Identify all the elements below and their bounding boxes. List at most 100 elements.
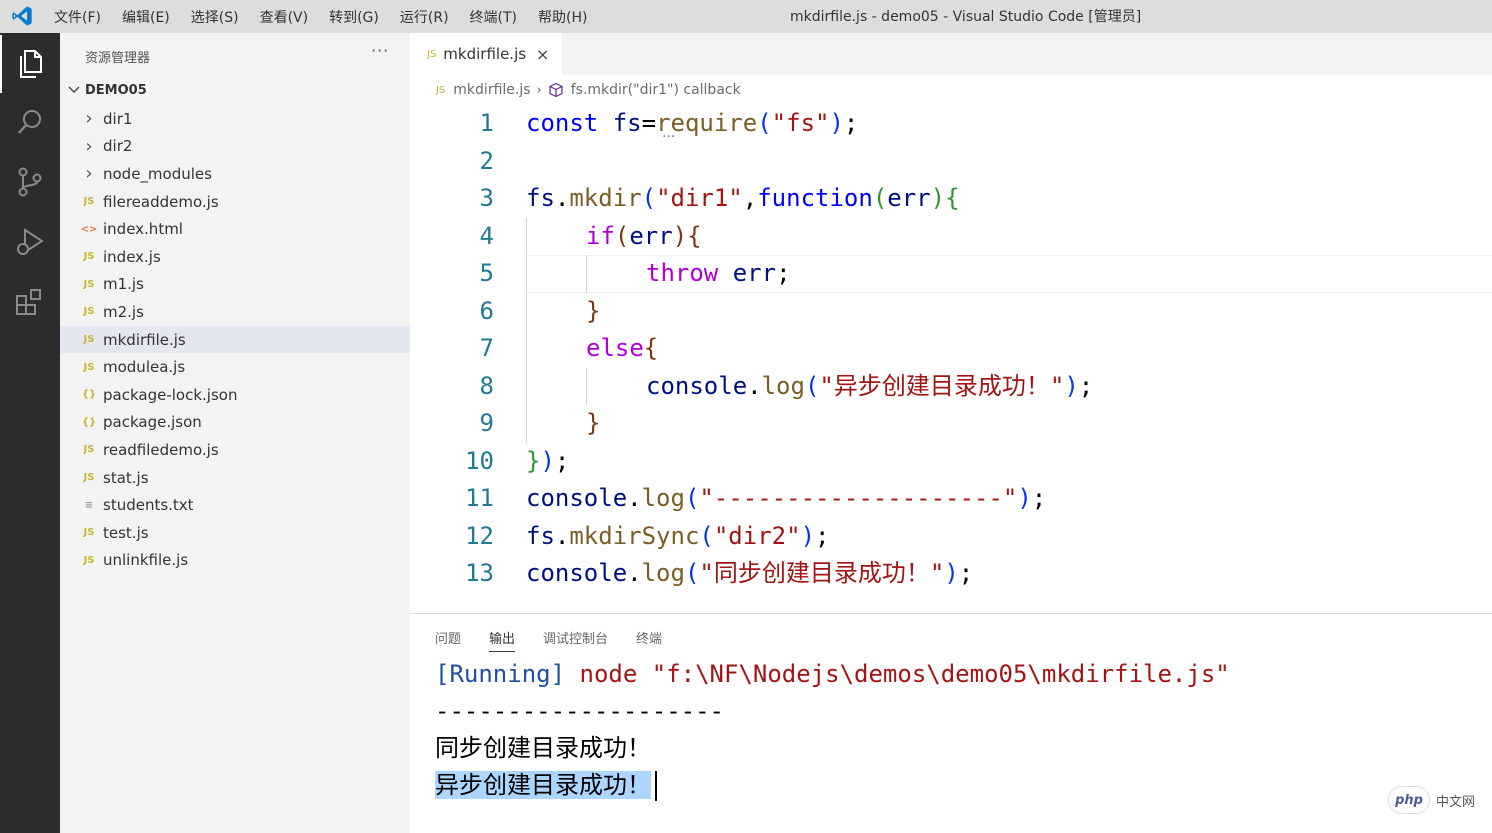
more-actions-icon[interactable]: ··· bbox=[371, 41, 389, 60]
tree-item-label: package.json bbox=[103, 413, 202, 432]
tree-item-label: unlinkfile.js bbox=[103, 551, 189, 570]
menu-item[interactable]: 文件(F) bbox=[54, 7, 101, 27]
breadcrumb-file[interactable]: mkdirfile.js bbox=[453, 82, 530, 98]
line-number: 10 bbox=[465, 446, 494, 475]
output-line: 异步创建目录成功！ bbox=[435, 767, 1230, 804]
search-icon[interactable] bbox=[0, 93, 60, 151]
tab-mkdirfile[interactable]: JS mkdirfile.js × bbox=[410, 33, 562, 75]
html-file-icon: <> bbox=[80, 223, 98, 235]
panel-tab[interactable]: 输出 bbox=[489, 628, 516, 652]
tree-item-label: index.html bbox=[103, 220, 183, 239]
code-line: 11 console.log("--------------------"); bbox=[410, 480, 1492, 518]
explorer-icon[interactable] bbox=[0, 35, 60, 93]
panel-tab[interactable]: 问题 bbox=[435, 628, 461, 652]
tree-item-label: dir1 bbox=[103, 109, 133, 128]
tree-item-label: dir2 bbox=[103, 137, 133, 156]
sidebar-title: 资源管理器 bbox=[85, 51, 151, 66]
code-token: console bbox=[646, 371, 748, 400]
code-token: ) bbox=[829, 109, 844, 137]
menu-item[interactable]: 转到(G) bbox=[329, 7, 379, 27]
output-view[interactable]: [Running] node "f:\NF\Nodejs\demos\demo0… bbox=[435, 656, 1230, 804]
tree-file[interactable]: ≡ students.txt bbox=[60, 491, 410, 519]
code-token: "--------------------" bbox=[699, 484, 1018, 512]
code-text: console.log("同步创建目录成功！"); bbox=[526, 555, 973, 593]
menu-item[interactable]: 选择(S) bbox=[191, 7, 239, 27]
code-token: . bbox=[627, 559, 642, 587]
tree-file[interactable]: JS readfiledemo.js bbox=[60, 436, 410, 464]
code-token: ( bbox=[641, 184, 657, 212]
tree-item-label: modulea.js bbox=[103, 358, 186, 377]
js-file-icon: JS bbox=[83, 196, 95, 208]
code-token: } bbox=[586, 409, 601, 437]
vscode-logo-icon bbox=[12, 6, 32, 26]
menu-item[interactable]: 查看(V) bbox=[260, 7, 309, 27]
project-root[interactable]: DEMO05 bbox=[60, 79, 410, 101]
watermark-text: 中文网 bbox=[1436, 794, 1476, 810]
code-token: mkdirSync bbox=[569, 521, 700, 550]
code-token: ) bbox=[944, 559, 959, 587]
js-file-icon: JS bbox=[83, 527, 95, 539]
code-token: ; bbox=[1031, 484, 1047, 512]
code-line: 1 const fs=require("fs"); ··· bbox=[410, 105, 1492, 145]
tab-bar: JS mkdirfile.js × bbox=[410, 33, 1492, 75]
panel-tab[interactable]: 调试控制台 bbox=[543, 628, 608, 652]
code-line: 6} bbox=[410, 292, 1492, 330]
code-text: const fs=require("fs"); bbox=[526, 105, 858, 143]
code-token: { bbox=[945, 184, 960, 212]
menu-item[interactable]: 运行(R) bbox=[400, 7, 449, 27]
tree-folder[interactable]: › dir2 bbox=[60, 133, 410, 161]
tree-folder[interactable]: › dir1 bbox=[60, 105, 410, 133]
line-number: 12 bbox=[465, 521, 494, 550]
code-token: } bbox=[586, 296, 601, 325]
code-token: mkdir bbox=[569, 184, 642, 212]
tree-file[interactable]: JS m2.js bbox=[60, 298, 410, 326]
code-line: 4 if(err){ bbox=[410, 217, 1492, 255]
close-icon[interactable]: × bbox=[536, 45, 549, 64]
tree-file[interactable]: JS m1.js bbox=[60, 271, 410, 299]
code-token: else bbox=[586, 334, 644, 362]
code-text: fs.mkdirSync("dir2"); bbox=[526, 518, 829, 556]
run-debug-icon[interactable] bbox=[0, 213, 60, 271]
tree-file[interactable]: JS filereaddemo.js bbox=[60, 188, 410, 216]
code-token: err bbox=[887, 184, 931, 212]
menu-item[interactable]: 终端(T) bbox=[470, 7, 517, 27]
tree-file[interactable]: JS mkdirfile.js bbox=[60, 325, 410, 354]
tree-file[interactable]: {} package.json bbox=[60, 409, 410, 437]
code-line: 13 console.log("同步创建目录成功！"); bbox=[410, 555, 1492, 593]
tree-folder[interactable]: › node_modules bbox=[60, 160, 410, 188]
file-tree: › dir1 › dir2 › node_modules JS filereaddemo.js… bbox=[60, 105, 410, 574]
code-line: 5 throw err; bbox=[410, 255, 1492, 293]
tree-file[interactable]: JS stat.js bbox=[60, 464, 410, 492]
js-file-icon: JS bbox=[83, 361, 95, 373]
code-token: . bbox=[554, 184, 570, 212]
line-number: 13 bbox=[465, 559, 494, 587]
tree-file[interactable]: <> index.html bbox=[60, 215, 410, 243]
code-token: ( bbox=[757, 109, 772, 137]
source-control-icon[interactable] bbox=[0, 153, 60, 211]
tree-file[interactable]: {} package-lock.json bbox=[60, 381, 410, 409]
panel-tab[interactable]: 终端 bbox=[636, 628, 662, 652]
code-token: if bbox=[586, 221, 615, 250]
code-token: . bbox=[627, 484, 642, 512]
tree-item-label: readfiledemo.js bbox=[103, 440, 219, 459]
running-tag: [Running] bbox=[435, 660, 566, 688]
extensions-icon[interactable] bbox=[0, 273, 60, 331]
tree-file[interactable]: JS test.js bbox=[60, 519, 410, 547]
tree-file[interactable]: JS index.js bbox=[60, 243, 410, 271]
line-number: 8 bbox=[479, 371, 494, 400]
code-text: }); bbox=[526, 443, 569, 481]
code-token: fs bbox=[598, 109, 642, 137]
tree-file[interactable]: JS unlinkfile.js bbox=[60, 547, 410, 575]
code-token: err bbox=[732, 259, 777, 287]
menu-item[interactable]: 编辑(E) bbox=[122, 7, 170, 27]
code-line: 9} bbox=[410, 405, 1492, 443]
tree-file[interactable]: JS modulea.js bbox=[60, 353, 410, 381]
menu-item[interactable]: 帮助(H) bbox=[538, 7, 587, 27]
breadcrumb-symbol[interactable]: fs.mkdir("dir1") callback bbox=[571, 82, 741, 98]
js-file-icon: JS bbox=[83, 251, 95, 263]
line-number: 5 bbox=[479, 259, 494, 287]
code-token: ) bbox=[540, 446, 555, 475]
code-token: . bbox=[747, 371, 762, 400]
code-token: ; bbox=[958, 559, 974, 587]
code-view[interactable]: 1 const fs=require("fs"); ··· 2 3 fs.mkdir("d… bbox=[410, 105, 1492, 593]
